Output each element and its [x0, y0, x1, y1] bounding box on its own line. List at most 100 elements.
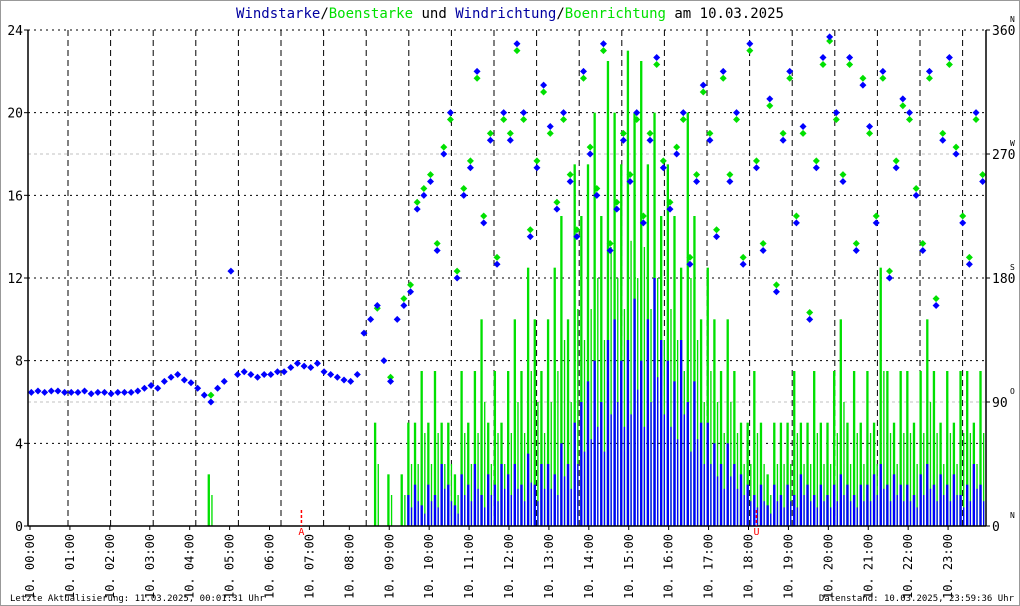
- gust-direction-point: [599, 47, 607, 55]
- wind-bar: [427, 484, 430, 526]
- wind-bar: [779, 495, 783, 526]
- gust-direction-point: [619, 129, 627, 137]
- wind-bar: [810, 501, 812, 526]
- wind-bar: [603, 451, 606, 526]
- wind-bar: [657, 377, 659, 526]
- wind-bar: [543, 488, 546, 526]
- gust-direction-point: [413, 198, 421, 206]
- wind-bar: [523, 501, 526, 526]
- wind-bar: [686, 402, 689, 526]
- wind-direction-point: [905, 109, 913, 117]
- wind-bar: [663, 414, 666, 526]
- gust-direction-point: [733, 116, 741, 124]
- wind-direction-point: [699, 81, 707, 89]
- wind-direction-point: [287, 364, 295, 372]
- wind-bar: [453, 505, 457, 526]
- wind-bar: [926, 464, 929, 526]
- y-tick-label-left: 16: [7, 189, 23, 204]
- wind-direction-point: [819, 54, 827, 62]
- wind-bar: [969, 501, 972, 526]
- gust-direction-point: [965, 253, 973, 261]
- wind-bar: [912, 495, 916, 526]
- wind-bar: [597, 426, 599, 526]
- x-tick-label: 10. 23:00: [941, 534, 955, 599]
- y-tick-label-left: 24: [7, 24, 23, 39]
- wind-bar: [706, 422, 709, 526]
- wind-direction-point: [180, 376, 188, 384]
- wind-direction-point: [214, 384, 222, 392]
- wind-bar: [450, 501, 453, 526]
- gust-direction-point: [939, 129, 947, 137]
- wind-bar: [963, 507, 965, 526]
- wind-chart: Windstarke/Boenstarke und Windrichtung/B…: [7, 6, 1015, 604]
- wind-bar: [676, 439, 679, 526]
- wind-bar: [976, 488, 978, 526]
- wind-direction-point: [61, 388, 69, 396]
- title-part: Boenstarke: [329, 6, 413, 22]
- gust-direction-point: [420, 184, 428, 192]
- gust-direction-point: [646, 129, 654, 137]
- gust-direction-point: [466, 157, 474, 165]
- wind-bar: [766, 505, 769, 526]
- gust-direction-point: [566, 171, 574, 179]
- wind-bar: [813, 495, 816, 526]
- gust-direction-point: [872, 212, 880, 220]
- footer-data-status: Datenstand: 10.03.2025, 23:59:36 Uhr: [819, 594, 1015, 604]
- wind-direction-point: [766, 95, 774, 103]
- y-tick-label-right: 90: [992, 396, 1008, 411]
- wind-direction-point: [187, 379, 195, 387]
- wind-direction-point: [739, 260, 747, 268]
- wind-direction-point: [846, 54, 854, 62]
- gust-direction-point: [207, 391, 215, 399]
- gust-bar: [424, 433, 426, 526]
- wind-bar: [586, 381, 590, 526]
- wind-bar: [790, 501, 792, 526]
- x-tick-label: 10. 08:00: [342, 534, 356, 599]
- wind-direction-point: [945, 54, 953, 62]
- wind-bar: [886, 484, 889, 526]
- gust-direction-point: [693, 171, 701, 179]
- wind-direction-point: [114, 388, 122, 396]
- gust-direction-point: [959, 212, 967, 220]
- gust-direction-series: [207, 37, 987, 399]
- wind-bar: [417, 501, 419, 526]
- wind-direction-point: [513, 40, 521, 48]
- gust-direction-point: [772, 281, 780, 289]
- title-part: /: [320, 6, 328, 22]
- wind-direction-point: [74, 388, 82, 396]
- wind-bar: [424, 513, 426, 526]
- wind-direction-point: [533, 164, 541, 172]
- wind-bar: [464, 495, 466, 526]
- wind-direction-point: [194, 384, 202, 392]
- wind-bar: [826, 495, 829, 526]
- wind-bar: [643, 426, 646, 526]
- gust-direction-point: [912, 184, 920, 192]
- gust-bar: [420, 371, 423, 526]
- wind-direction-point: [300, 362, 308, 370]
- wind-bar: [566, 464, 570, 526]
- wind-bar: [859, 484, 862, 526]
- wind-direction-point: [347, 377, 355, 385]
- wind-bar: [557, 495, 559, 526]
- wind-direction-point: [726, 178, 734, 186]
- wind-bar: [437, 507, 439, 526]
- wind-bar: [470, 501, 473, 526]
- gust-direction-point: [426, 171, 434, 179]
- wind-bar: [793, 495, 796, 526]
- wind-direction-point: [440, 150, 448, 158]
- wind-direction-point: [254, 373, 262, 381]
- wind-direction-point: [679, 109, 687, 117]
- gust-direction-point: [746, 47, 754, 55]
- wind-bar: [517, 488, 519, 526]
- wind-bar: [679, 340, 683, 526]
- wind-bar: [713, 443, 716, 526]
- wind-direction-point: [659, 164, 667, 172]
- wind-direction-point: [733, 109, 741, 117]
- wind-bar: [420, 505, 423, 526]
- wind-bar: [710, 464, 712, 526]
- wind-direction-point: [852, 246, 860, 254]
- wind-direction-point: [41, 388, 49, 396]
- wind-direction-point: [866, 122, 874, 130]
- wind-direction-point: [340, 376, 348, 384]
- wind-bar: [979, 484, 982, 526]
